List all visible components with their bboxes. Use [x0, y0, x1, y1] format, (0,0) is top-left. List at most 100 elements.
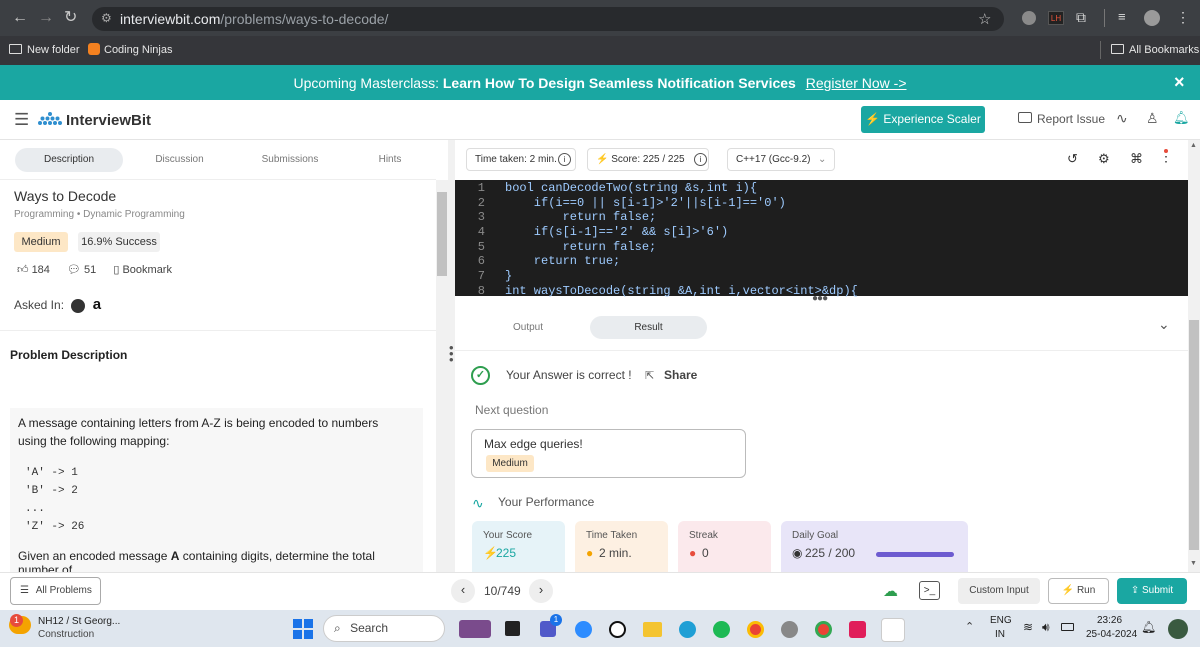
report-issue-link[interactable]: Report Issue: [1037, 112, 1105, 126]
bookmark-new-folder[interactable]: New folder: [27, 44, 80, 56]
user-icon[interactable]: ♙: [1146, 110, 1159, 127]
right-scrollbar[interactable]: ▲ ▼: [1188, 140, 1200, 572]
scroll-up-icon[interactable]: ▲: [1190, 142, 1197, 149]
collapse-chevron-icon[interactable]: ⌄: [1158, 316, 1170, 333]
file-explorer-icon[interactable]: [643, 622, 662, 637]
info-icon[interactable]: i: [694, 153, 707, 166]
shortcuts-icon[interactable]: ⌘: [1130, 151, 1143, 167]
left-scrollbar[interactable]: [436, 180, 448, 572]
more-menu-icon[interactable]: ⋮: [1176, 9, 1190, 26]
settings-gear-icon[interactable]: ⚙: [1098, 151, 1110, 167]
slack-icon[interactable]: [849, 621, 866, 638]
experience-scaler-button[interactable]: ⚡ Experience Scaler: [861, 106, 985, 133]
next-problem-icon[interactable]: ›: [529, 579, 553, 603]
info-icon[interactable]: i: [558, 153, 571, 166]
settings-icon[interactable]: [781, 621, 798, 638]
panel-splitter[interactable]: • • •: [448, 140, 455, 572]
edge-icon[interactable]: [679, 621, 696, 638]
wifi-icon[interactable]: ≋: [1023, 620, 1033, 634]
all-bookmarks[interactable]: All Bookmarks: [1129, 44, 1199, 56]
amazon-icon[interactable]: a: [93, 296, 107, 313]
breadcrumb-dynamic-programming[interactable]: Dynamic Programming: [83, 209, 185, 220]
code-editor[interactable]: 1 bool canDecodeTwo(string &s,int i){2 if…: [455, 180, 1188, 298]
weather-title[interactable]: NH12 / St Georg...: [38, 616, 120, 627]
menu-icon[interactable]: ☰: [14, 110, 29, 130]
resize-handle-icon[interactable]: ●●●: [812, 293, 828, 304]
tab-result[interactable]: Result: [590, 316, 707, 339]
extension-icon[interactable]: [1022, 11, 1036, 25]
custom-input-button[interactable]: Custom Input: [958, 578, 1040, 604]
performance-card-icon: ●: [689, 546, 697, 560]
notification-bell-icon[interactable]: 🔔︎: [1141, 620, 1156, 634]
chrome-icon[interactable]: [747, 621, 764, 638]
widgets-art-icon[interactable]: [459, 620, 491, 638]
language-select[interactable]: C++17 (Gcc-9.2) ⌄: [727, 148, 835, 171]
battery-icon[interactable]: [1061, 623, 1074, 631]
logo-text[interactable]: InterviewBit: [66, 112, 151, 129]
previous-problem-icon[interactable]: ‹: [451, 579, 475, 603]
dell-icon[interactable]: [609, 621, 626, 638]
reset-code-icon[interactable]: ↺: [1067, 151, 1078, 167]
zoom-icon[interactable]: [575, 621, 592, 638]
bookmark-coding-ninjas[interactable]: Coding Ninjas: [104, 44, 172, 56]
tab-discussion[interactable]: Discussion: [132, 148, 227, 172]
tab-description[interactable]: Description: [15, 148, 123, 172]
copilot-icon[interactable]: [1168, 619, 1188, 639]
activity-icon[interactable]: ∿: [1116, 110, 1128, 127]
check-circle-icon: ✓: [471, 366, 490, 385]
lh-extension-icon[interactable]: LH: [1048, 11, 1064, 25]
site-info-icon[interactable]: ⚙: [101, 11, 112, 25]
all-problems-button[interactable]: ☰ All Problems: [10, 577, 101, 605]
language-indicator[interactable]: ENG: [990, 615, 1012, 626]
scroll-down-icon[interactable]: ▼: [1190, 560, 1197, 567]
tab-output[interactable]: Output: [486, 316, 570, 339]
snipping-tool-icon[interactable]: [881, 618, 905, 642]
clock-time[interactable]: 23:26: [1097, 615, 1122, 626]
problem-title: Ways to Decode: [14, 188, 117, 204]
divider: [0, 330, 436, 331]
task-view-icon[interactable]: [505, 621, 520, 636]
bookmarks-bar: New folder Coding Ninjas All Bookmarks: [0, 36, 1200, 65]
profile-avatar[interactable]: [1144, 10, 1160, 26]
folder-icon: [9, 44, 22, 54]
chrome-profile-icon[interactable]: [815, 621, 832, 638]
comment-icon[interactable]: 💬︎: [67, 264, 81, 276]
submit-button[interactable]: ⇪ Submit: [1117, 578, 1187, 604]
spotify-icon[interactable]: [713, 621, 730, 638]
forward-icon[interactable]: →: [38, 10, 54, 26]
taskbar-search[interactable]: ⌕ Search: [323, 615, 445, 642]
submit-label: Submit: [1142, 585, 1174, 596]
bolt-icon: ⚡: [596, 154, 609, 165]
bookmark-button[interactable]: Bookmark: [122, 264, 172, 276]
star-icon[interactable]: ☆: [978, 10, 991, 28]
performance-card-label: Time Taken: [586, 530, 638, 541]
share-button[interactable]: Share: [664, 368, 697, 382]
region-indicator: IN: [995, 629, 1005, 640]
tab-hints[interactable]: Hints: [350, 148, 430, 172]
reload-icon[interactable]: ↻: [64, 10, 77, 26]
show-hidden-icons[interactable]: ⌃: [965, 620, 974, 633]
terminal-icon[interactable]: >_: [919, 581, 940, 600]
breadcrumb-programming[interactable]: Programming: [14, 209, 74, 220]
windows-start-icon[interactable]: [293, 619, 313, 639]
notification-bell-icon[interactable]: 🔔︎: [1173, 110, 1190, 126]
close-banner-icon[interactable]: ×: [1174, 72, 1185, 93]
facebook-icon[interactable]: [71, 298, 86, 313]
scrollbar-thumb[interactable]: [437, 192, 447, 276]
media-controls-icon[interactable]: ≡: [1118, 9, 1126, 24]
extensions-puzzle-icon[interactable]: ⧉: [1076, 9, 1086, 26]
bookmark-icon[interactable]: ▯: [113, 264, 119, 276]
next-question-card[interactable]: Max edge queries! Medium: [471, 429, 746, 478]
thumbs-up-icon[interactable]: 👍︎: [17, 264, 29, 276]
drag-handle-icon[interactable]: • • •: [449, 341, 454, 366]
scrollbar-thumb[interactable]: [1189, 320, 1199, 550]
register-now-link[interactable]: Register Now ->: [806, 75, 907, 91]
tab-submissions[interactable]: Submissions: [240, 148, 340, 172]
volume-icon[interactable]: 🔊︎: [1042, 620, 1050, 635]
cloud-sync-icon[interactable]: ☁: [883, 582, 898, 600]
share-icon[interactable]: ⇱: [645, 369, 654, 382]
address-bar[interactable]: ⚙ interviewbit.com/problems/ways-to-deco…: [92, 7, 1004, 31]
run-button[interactable]: ⚡ Run: [1048, 578, 1109, 604]
performance-card: Streak ● 0: [678, 521, 771, 572]
back-icon[interactable]: ←: [12, 10, 28, 26]
